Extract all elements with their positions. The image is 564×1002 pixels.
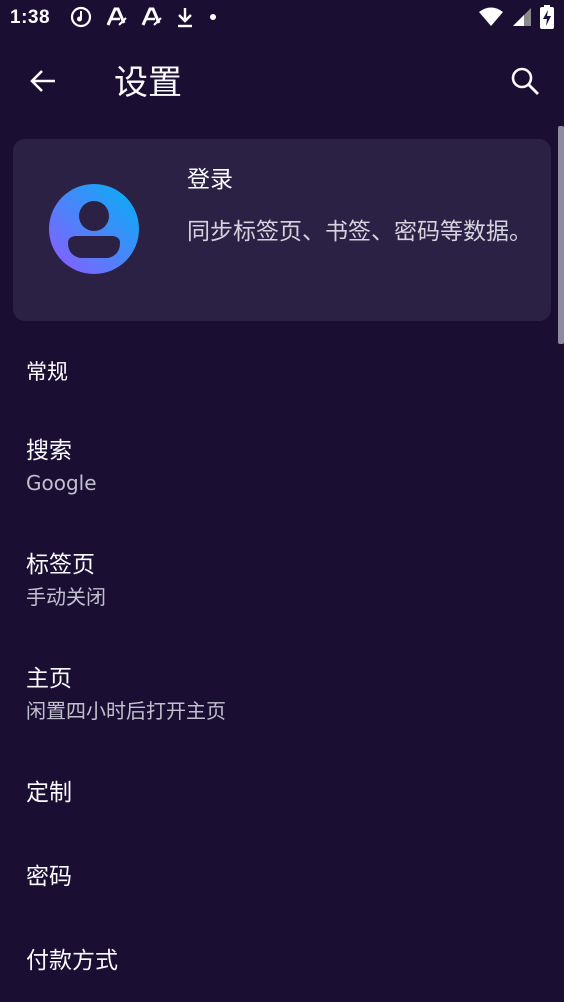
pref-title: 定制 [26,780,72,806]
pref-title: 主页 [26,666,72,692]
app-bar: 设置 [0,38,564,126]
pref-tabs[interactable]: 标签页 手动关闭 [0,550,556,620]
pref-title: 密码 [26,864,72,890]
translate-icon [105,6,127,32]
pref-title: 搜索 [26,438,72,464]
battery-charging-icon [540,5,554,33]
sign-in-description: 同步标签页、书签、密码等数据。 [187,219,532,245]
signal-icon [512,6,532,32]
status-time: 1:38 [10,7,51,28]
notification-icons [70,6,218,32]
system-icons [478,5,554,33]
translate-icon [140,6,162,32]
pref-title: 标签页 [26,552,95,578]
page-title: 设置 [114,63,182,103]
sign-in-title: 登录 [187,167,233,193]
pref-passwords[interactable]: 密码 [0,862,556,902]
pref-payment-methods[interactable]: 付款方式 [0,946,556,986]
pref-summary: 闲置四小时后打开主页 [26,699,226,723]
dot-icon [208,6,218,32]
section-header-general: 常规 [26,360,68,384]
pref-summary: Google [26,471,97,495]
sign-in-card[interactable]: 登录 同步标签页、书签、密码等数据。 [13,139,551,321]
wifi-icon [478,6,504,32]
arrow-left-icon [27,65,59,101]
pref-customize[interactable]: 定制 [0,778,556,818]
back-button[interactable] [20,60,66,106]
pref-search[interactable]: 搜索 Google [0,436,556,506]
scrollbar-thumb[interactable] [558,126,564,344]
music-note-icon [70,6,92,32]
pref-title: 付款方式 [26,948,118,974]
download-icon [175,6,195,32]
search-button[interactable] [502,60,548,106]
pref-homepage[interactable]: 主页 闲置四小时后打开主页 [0,664,556,734]
settings-screen: 1:38 设置 登录 同步标签页、书签、密码等数据。 常规 搜索 Google … [0,0,564,1002]
status-bar: 1:38 [0,0,564,38]
account-avatar-icon [48,183,140,275]
pref-summary: 手动关闭 [26,585,106,609]
search-icon [509,65,541,101]
